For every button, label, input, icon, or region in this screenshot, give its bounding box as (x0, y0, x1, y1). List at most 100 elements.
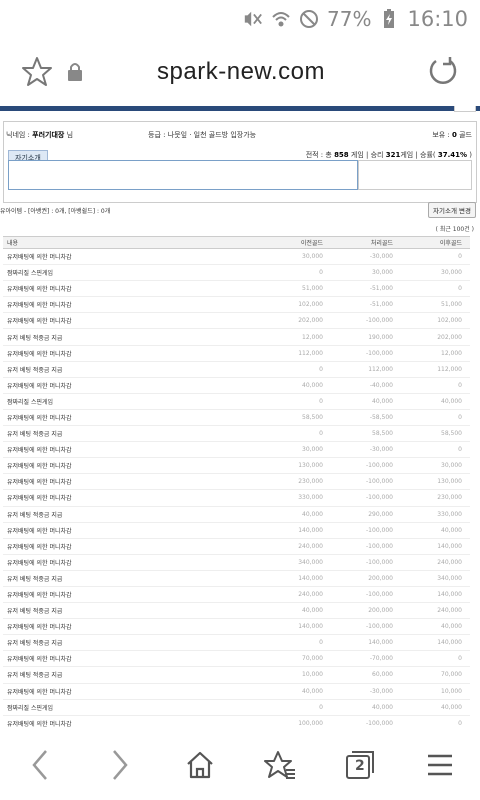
cell-after-gold: 340,000 (401, 570, 470, 587)
cell-before-gold: 58,500 (261, 409, 331, 427)
cell-processed-gold: -100,000 (331, 538, 401, 555)
profile-panel: 닉네임 : 푸러기대장 님 등급 : 나뭇잎 · 일천 골드방 입장가능 보유 … (3, 121, 477, 203)
url-host[interactable]: spark-new.com (84, 58, 398, 86)
table-header-row: 내용 이전골드 처리골드 이후골드 (3, 236, 470, 249)
cell-processed-gold: -100,000 (331, 522, 401, 539)
cell-before-gold: 140,000 (261, 570, 331, 587)
menu-icon[interactable] (420, 745, 460, 785)
cell-before-gold: 102,000 (261, 296, 331, 314)
item-summary: 유아이템 - [아뱅권] : 0개, [아뱅쉴드] : 0개 (0, 208, 111, 215)
cell-after-gold: 30,000 (401, 457, 470, 475)
cell-after-gold: 140,000 (401, 586, 470, 604)
cell-after-gold: 0 (401, 409, 470, 427)
forward-icon[interactable] (100, 745, 140, 785)
home-icon[interactable] (180, 745, 220, 785)
cell-content: 짬짜리질 스핀게임 (3, 264, 261, 282)
cell-processed-gold: 112,000 (331, 361, 401, 378)
cell-processed-gold: -58,500 (331, 409, 401, 427)
battery-charging-icon (379, 9, 399, 29)
web-content: 닉네임 : 푸러기대장 님 등급 : 나뭇잎 · 일천 골드방 입장가능 보유 … (0, 106, 480, 730)
cell-processed-gold: -70,000 (331, 650, 401, 668)
table-row: 유저배팅에 의한 머니차감 330,000 -100,000 230,000 (3, 489, 470, 507)
cell-after-gold: 0 (401, 650, 470, 668)
cell-content: 유저 베팅 적중금 지급 (3, 506, 261, 523)
recent-count-label: ( 최근 100건 ) (435, 226, 474, 233)
table-row: 유저 베팅 적중금 지급 0 112,000 112,000 (3, 361, 470, 378)
col-header-processed-gold: 처리골드 (331, 236, 401, 249)
do-not-disturb-icon (299, 9, 319, 29)
cell-content: 짬짜리질 스핀게임 (3, 699, 261, 716)
cell-processed-gold: 200,000 (331, 602, 401, 620)
cell-content: 유저 베팅 적중금 지급 (3, 570, 261, 587)
cell-content: 유저배팅에 의한 머니차감 (3, 377, 261, 394)
cell-before-gold: 112,000 (261, 345, 331, 362)
cell-processed-gold: -30,000 (331, 683, 401, 700)
cell-before-gold: 140,000 (261, 522, 331, 539)
cell-processed-gold: 40,000 (331, 393, 401, 410)
self-intro-textbox[interactable] (8, 160, 358, 190)
cell-after-gold: 51,000 (401, 296, 470, 314)
tabs-icon[interactable]: 2 (340, 745, 380, 785)
table-row: 짬짜리질 스핀게임 0 40,000 40,000 (3, 393, 470, 410)
cell-content: 유저배팅에 의한 머니차감 (3, 715, 261, 730)
cell-after-gold: 40,000 (401, 522, 470, 539)
table-row: 유저배팅에 의한 머니차감 140,000 -100,000 40,000 (3, 618, 470, 636)
cell-before-gold: 0 (261, 425, 331, 443)
table-row: 유저배팅에 의한 머니차감 51,000 -51,000 0 (3, 280, 470, 298)
table-row: 유저배팅에 의한 머니차감 130,000 -100,000 30,000 (3, 457, 470, 475)
table-row: 유저 베팅 적중금 지급 10,000 60,000 70,000 (3, 666, 470, 684)
bookmark-star-icon[interactable] (20, 55, 54, 89)
browser-bottom-nav: 2 (0, 730, 480, 800)
cell-content: 유저 베팅 적중금 지급 (3, 602, 261, 620)
table-row: 짬짜리질 스핀게임 0 40,000 40,000 (3, 699, 470, 716)
cell-content: 유저 베팅 적중금 지급 (3, 634, 261, 652)
table-row: 유저 베팅 적중금 지급 40,000 200,000 240,000 (3, 602, 470, 620)
status-bar: 77% 16:10 (0, 0, 480, 38)
reload-icon[interactable] (426, 55, 460, 89)
item-row: 유아이템 - [아뱅권] : 0개, [아뱅쉴드] : 0개 자기소개 변경 (0, 202, 476, 218)
site-top-tab (454, 106, 476, 112)
cell-processed-gold: 58,500 (331, 425, 401, 443)
bookmarks-icon[interactable] (260, 745, 300, 785)
cell-before-gold: 240,000 (261, 538, 331, 555)
cell-after-gold: 12,000 (401, 345, 470, 362)
cell-after-gold: 0 (401, 715, 470, 730)
cell-processed-gold: -100,000 (331, 489, 401, 507)
cell-after-gold: 70,000 (401, 666, 470, 684)
cell-processed-gold: -51,000 (331, 280, 401, 298)
table-row: 유저배팅에 의한 머니차감 70,000 -70,000 0 (3, 650, 470, 668)
cell-processed-gold: 40,000 (331, 699, 401, 716)
table-row: 유저배팅에 의한 머니차감 30,000 -30,000 0 (3, 248, 470, 266)
cell-content: 유저배팅에 의한 머니차감 (3, 473, 261, 491)
cell-content: 유저배팅에 의한 머니차감 (3, 554, 261, 571)
cell-after-gold: 140,000 (401, 634, 470, 652)
cell-before-gold: 40,000 (261, 506, 331, 523)
cell-before-gold: 0 (261, 699, 331, 716)
table-row: 유저 베팅 적중금 지급 12,000 190,000 202,000 (3, 328, 470, 346)
cell-after-gold: 112,000 (401, 361, 470, 378)
cell-after-gold: 130,000 (401, 473, 470, 491)
tab-count: 2 (355, 758, 365, 774)
cell-content: 유저배팅에 의한 머니차감 (3, 409, 261, 427)
site-top-strip (0, 106, 480, 111)
cell-content: 유저배팅에 의한 머니차감 (3, 312, 261, 330)
back-icon[interactable] (20, 745, 60, 785)
cell-before-gold: 30,000 (261, 441, 331, 459)
table-row: 유저 베팅 적중금 지급 0 58,500 58,500 (3, 425, 470, 443)
wifi-icon (271, 9, 291, 29)
cell-content: 유저배팅에 의한 머니차감 (3, 522, 261, 539)
table-row: 유저배팅에 의한 머니차감 240,000 -100,000 140,000 (3, 538, 470, 555)
cell-before-gold: 40,000 (261, 602, 331, 620)
cell-before-gold: 330,000 (261, 489, 331, 507)
table-row: 유저배팅에 의한 머니차감 340,000 -100,000 240,000 (3, 554, 470, 571)
table-row: 유저배팅에 의한 머니차감 40,000 -30,000 10,000 (3, 683, 470, 700)
cell-after-gold: 202,000 (401, 328, 470, 346)
battery-percent: 77% (327, 7, 372, 31)
cell-before-gold: 40,000 (261, 377, 331, 394)
cell-before-gold: 0 (261, 634, 331, 652)
cell-after-gold: 0 (401, 248, 470, 266)
cell-content: 유저 베팅 적중금 지급 (3, 328, 261, 346)
cell-content: 유저배팅에 의한 머니차감 (3, 457, 261, 475)
cell-after-gold: 10,000 (401, 683, 470, 700)
change-intro-button[interactable]: 자기소개 변경 (428, 202, 476, 218)
